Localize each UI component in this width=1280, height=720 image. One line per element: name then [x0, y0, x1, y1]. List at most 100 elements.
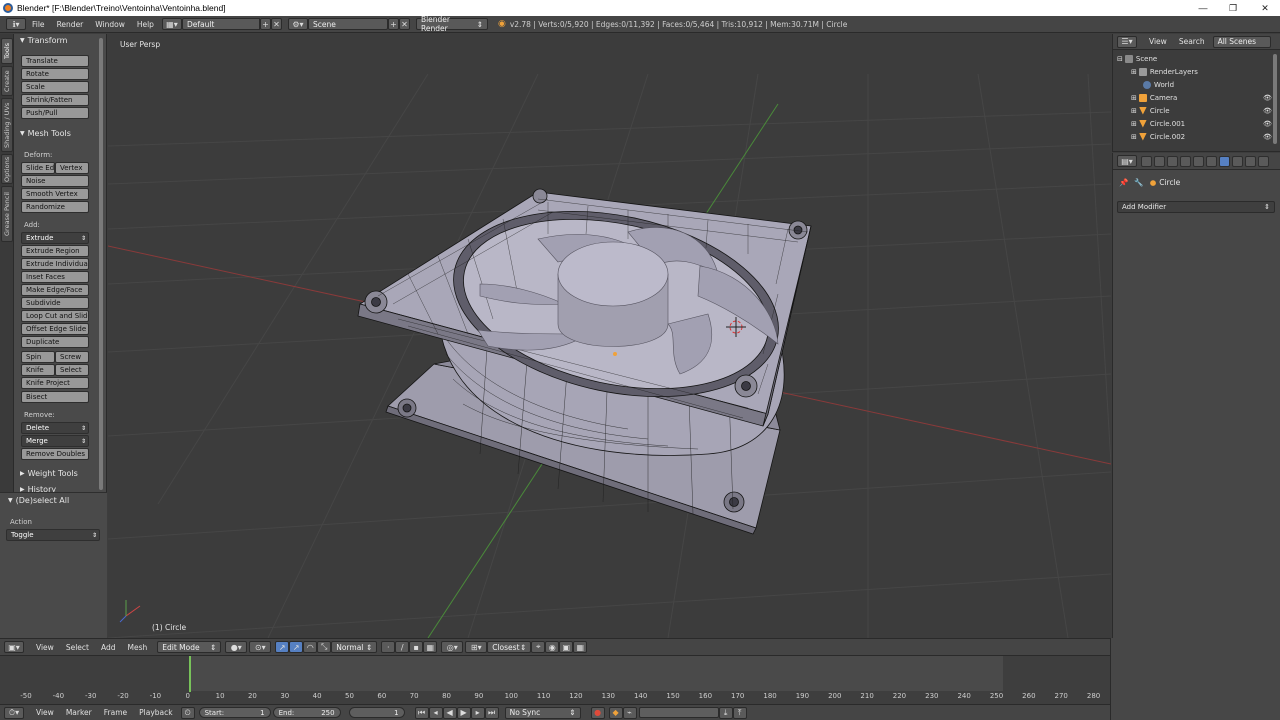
smooth-vertex-button[interactable]: Smooth Vertex: [21, 188, 89, 200]
menu-help[interactable]: Help: [131, 20, 160, 29]
loop-cut-slide-button[interactable]: Loop Cut and Slide: [21, 310, 89, 322]
push-pull-button[interactable]: Push/Pull: [21, 107, 89, 119]
knife-button[interactable]: Knife: [21, 364, 55, 376]
rotate-button[interactable]: Rotate: [21, 68, 89, 80]
visibility-eye-icon[interactable]: 👁: [1263, 94, 1272, 102]
play-icon[interactable]: ▶: [456, 706, 471, 719]
close-button[interactable]: ✕: [1250, 0, 1280, 16]
render-animation-icon[interactable]: ▣: [559, 641, 574, 653]
editor-type-outliner-icon[interactable]: ☰▾: [1117, 35, 1137, 48]
outliner-row-circle[interactable]: ⊞ Circle 👁: [1131, 104, 1280, 117]
modifiers-tab-icon[interactable]: [1219, 155, 1230, 167]
add-scene-icon[interactable]: +: [387, 18, 399, 30]
menu-file[interactable]: File: [26, 20, 51, 29]
outliner-scrollbar[interactable]: [1273, 54, 1277, 144]
scene-icon[interactable]: ⚙▾: [287, 18, 308, 30]
scene-tab-icon[interactable]: [1167, 155, 1178, 167]
screw-button[interactable]: Screw: [55, 351, 89, 363]
extrude-individual-button[interactable]: Extrude Individual: [21, 258, 89, 270]
menu-render[interactable]: Render: [51, 20, 90, 29]
jump-key-back-icon[interactable]: ◂: [428, 706, 443, 719]
menu-view[interactable]: View: [30, 643, 60, 652]
tab-grease-pencil[interactable]: Grease Pencil: [1, 186, 13, 242]
current-frame-marker[interactable]: [189, 656, 191, 692]
screen-layout-field[interactable]: Default: [181, 18, 260, 30]
slide-vertex-button[interactable]: Vertex: [55, 162, 89, 174]
pivot-point-icon[interactable]: ⊙▾: [249, 641, 272, 653]
screen-layout-icon[interactable]: ▦▾: [161, 18, 182, 30]
proportional-editing-icon[interactable]: ◎▾: [441, 641, 464, 653]
outliner-row-camera[interactable]: ⊞ Camera 👁: [1131, 91, 1280, 104]
use-preview-range-icon[interactable]: ⏲: [180, 706, 195, 719]
visibility-eye-icon[interactable]: 👁: [1263, 120, 1272, 128]
translate-button[interactable]: Translate: [21, 55, 89, 67]
add-modifier-dropdown[interactable]: Add Modifier ⇕: [1117, 201, 1275, 213]
delete-keyframe-icon[interactable]: ⤒: [732, 706, 747, 719]
menu-select[interactable]: Select: [60, 643, 95, 652]
visibility-eye-icon[interactable]: 👁: [1263, 107, 1272, 115]
insert-keyframe-icon[interactable]: ⤓: [718, 706, 733, 719]
jump-key-forward-icon[interactable]: ▸: [470, 706, 485, 719]
outliner-row-scene[interactable]: ⊟ Scene: [1117, 52, 1277, 65]
timeline-menu-playback[interactable]: Playback: [133, 708, 178, 717]
action-dropdown[interactable]: Toggle ⇕: [6, 529, 100, 541]
3d-viewport[interactable]: User Persp (1) Circle: [108, 34, 1111, 638]
vertex-select-icon[interactable]: ·: [381, 641, 396, 653]
editor-type-info-icon[interactable]: ℹ▾: [6, 18, 26, 30]
start-frame-field[interactable]: Start: 1: [198, 707, 271, 718]
subdivide-button[interactable]: Subdivide: [21, 297, 89, 309]
outliner-row-circle-001[interactable]: ⊞ Circle.001 👁: [1131, 117, 1280, 130]
timeline-menu-view[interactable]: View: [30, 708, 60, 717]
outliner-row-renderlayers[interactable]: ⊞ RenderLayers: [1131, 65, 1280, 78]
keyframe-type-icon[interactable]: ⌁: [622, 706, 637, 719]
make-edge-face-button[interactable]: Make Edge/Face: [21, 284, 89, 296]
render-layers-tab-icon[interactable]: [1154, 155, 1165, 167]
viewport-shading-icon[interactable]: ●▾: [225, 641, 248, 653]
timeline-area[interactable]: -50 -40 -30 -20 -10 0 10 20 30 40 50 60 70 80 90 100 110…: [0, 655, 1110, 704]
tab-options[interactable]: Options: [1, 154, 13, 184]
extrude-region-button[interactable]: Extrude Region: [21, 245, 89, 257]
add-screen-icon[interactable]: +: [259, 18, 271, 30]
jump-start-icon[interactable]: ⏮: [414, 706, 429, 719]
record-icon[interactable]: ●: [590, 706, 605, 719]
play-reverse-icon[interactable]: ◀: [442, 706, 457, 719]
outliner-menu-search[interactable]: Search: [1173, 37, 1211, 46]
remove-screen-icon[interactable]: ✕: [270, 18, 282, 30]
scale-manipulator-icon[interactable]: ⤡: [317, 641, 332, 653]
spin-button[interactable]: Spin: [21, 351, 55, 363]
face-select-icon[interactable]: ▪: [409, 641, 424, 653]
snap-target-dropdown[interactable]: Closest ⇕: [487, 641, 532, 653]
maximize-button[interactable]: ❐: [1218, 0, 1248, 16]
scene-field[interactable]: Scene: [307, 18, 388, 30]
rotate-manipulator-icon[interactable]: ◠: [303, 641, 318, 653]
timeline-menu-marker[interactable]: Marker: [60, 708, 98, 717]
minimize-button[interactable]: —: [1188, 0, 1218, 16]
merge-dropdown[interactable]: Merge ⇕: [21, 435, 89, 447]
operator-panel-header[interactable]: ▼ (De)select All: [8, 496, 69, 505]
pin-icon[interactable]: 📌: [1119, 178, 1128, 187]
slide-edge-button[interactable]: Slide Ed: [21, 162, 55, 174]
outliner-row-world[interactable]: World: [1143, 78, 1280, 91]
transform-panel-header[interactable]: ▼ Transform: [20, 36, 67, 45]
mode-dropdown[interactable]: Edit Mode ⇕: [157, 641, 222, 653]
editor-type-timeline-icon[interactable]: ⏱▾: [4, 706, 24, 719]
bisect-button[interactable]: Bisect: [21, 391, 89, 403]
keying-set-field[interactable]: [638, 707, 719, 718]
outliner-menu-view[interactable]: View: [1143, 37, 1173, 46]
tab-tools[interactable]: Tools: [1, 38, 13, 64]
sync-mode-dropdown[interactable]: No Sync ⇕: [504, 706, 581, 719]
keying-set-icon[interactable]: ◆: [608, 706, 623, 719]
world-tab-icon[interactable]: [1180, 155, 1191, 167]
inset-faces-button[interactable]: Inset Faces: [21, 271, 89, 283]
remove-scene-icon[interactable]: ✕: [398, 18, 410, 30]
layer-icon[interactable]: ▦: [573, 641, 588, 653]
snap-element-icon[interactable]: ⊞▾: [465, 641, 488, 653]
remove-doubles-button[interactable]: Remove Doubles: [21, 448, 89, 460]
outliner-filter-dropdown[interactable]: All Scenes: [1212, 35, 1271, 48]
weight-tools-panel-header[interactable]: ▶ Weight Tools: [20, 469, 78, 478]
end-frame-field[interactable]: End: 250: [272, 707, 341, 718]
constraints-tab-icon[interactable]: [1206, 155, 1217, 167]
tab-create[interactable]: Create: [1, 66, 13, 96]
duplicate-button[interactable]: Duplicate: [21, 336, 89, 348]
outliner-row-circle-002[interactable]: ⊞ Circle.002 👁: [1131, 130, 1280, 143]
